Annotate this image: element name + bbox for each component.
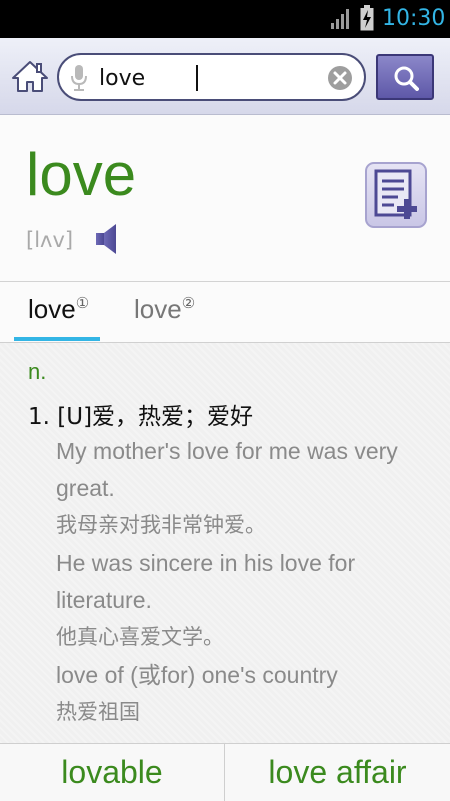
example-translation: 热爱祖国 xyxy=(56,700,140,724)
related-word-lovable[interactable]: lovable xyxy=(0,744,224,801)
tab-label: love xyxy=(28,294,76,324)
home-button[interactable] xyxy=(8,54,52,98)
text-caret xyxy=(196,65,198,91)
related-word-love-affair[interactable]: love affair xyxy=(225,744,450,801)
example-line: great. xyxy=(56,475,115,501)
active-tab-indicator xyxy=(14,337,100,341)
search-input[interactable] xyxy=(97,61,321,95)
related-words-bar: lovable love affair xyxy=(0,743,450,801)
tab-index: ① xyxy=(75,295,90,312)
battery-charging-icon xyxy=(360,5,374,31)
status-bar: 10:30 xyxy=(0,0,450,38)
example-line: My mother's love for me was very xyxy=(56,438,398,464)
example-translation: 他真心喜爱文学。 xyxy=(56,625,224,649)
tab-label: love xyxy=(134,294,182,324)
search-header xyxy=(0,38,450,115)
part-of-speech: n. xyxy=(28,359,47,384)
definition-panel[interactable]: n. 1. [U]爱，热爱；爱好 My mother's love for me… xyxy=(0,343,450,743)
add-to-wordbook-button[interactable] xyxy=(364,161,428,229)
add-note-icon xyxy=(365,162,427,228)
example-translation: 我母亲对我非常钟爱。 xyxy=(56,513,266,537)
search-box[interactable] xyxy=(57,53,366,101)
speaker-icon[interactable] xyxy=(94,222,124,256)
tab-index: ② xyxy=(181,295,196,312)
search-button[interactable] xyxy=(376,54,434,100)
search-icon xyxy=(394,66,419,91)
home-icon xyxy=(12,61,48,92)
phonetic-transcription: [lʌv] xyxy=(26,228,74,252)
microphone-icon[interactable] xyxy=(69,64,89,92)
clear-icon[interactable] xyxy=(327,65,353,91)
example-line: literature. xyxy=(56,587,152,613)
clock: 10:30 xyxy=(382,6,446,31)
word-card: love [lʌv] xyxy=(0,115,450,282)
headword: love xyxy=(26,141,137,208)
tab-love-2[interactable]: love② xyxy=(134,294,195,342)
sense-tabs: love① love② xyxy=(0,282,450,343)
tab-love-1[interactable]: love① xyxy=(28,294,89,342)
sense-title: 1. [U]爱，热爱；爱好 xyxy=(28,404,254,430)
example-line: He was sincere in his love for xyxy=(56,550,356,576)
example-line: love of (或for) one's country xyxy=(56,662,338,688)
signal-icon xyxy=(331,9,349,29)
